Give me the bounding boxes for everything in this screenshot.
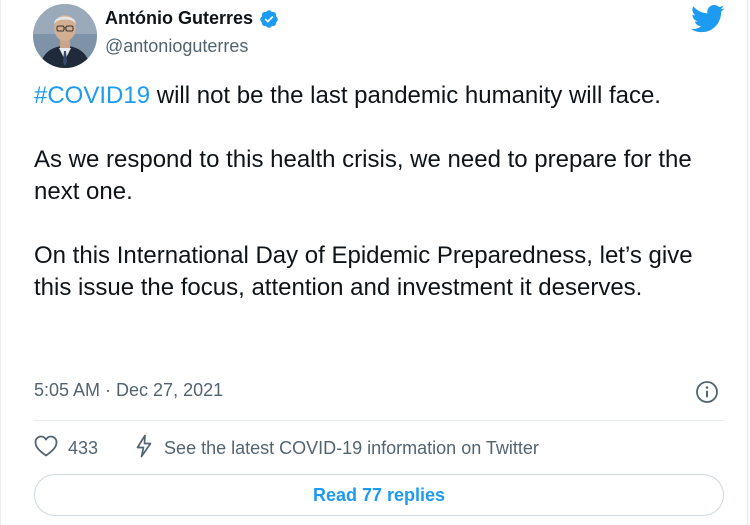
profile-photo bbox=[33, 4, 97, 68]
like-count: 433 bbox=[68, 438, 99, 458]
covid-info-link[interactable]: See the latest COVID-19 information on T… bbox=[134, 434, 539, 463]
divider bbox=[34, 420, 724, 421]
tweet-body: #COVID19 will not be the last pandemic h… bbox=[34, 80, 734, 304]
verified-badge-icon bbox=[259, 9, 279, 29]
hashtag-link[interactable]: #COVID19 bbox=[34, 82, 150, 109]
lightning-icon bbox=[134, 434, 154, 463]
avatar[interactable] bbox=[33, 4, 97, 68]
like-button[interactable]: 433 bbox=[34, 435, 98, 462]
tweet-card: António Guterres @antonioguterres #COVID… bbox=[0, 0, 748, 525]
twitter-bird-icon[interactable] bbox=[691, 4, 725, 39]
tweet-paragraph-1-text: will not be the last pandemic humanity w… bbox=[150, 82, 661, 109]
author-handle[interactable]: @antonioguterres bbox=[105, 36, 248, 57]
covid-info-text: See the latest COVID-19 information on T… bbox=[164, 438, 539, 458]
author-display-name[interactable]: António Guterres bbox=[105, 8, 253, 29]
info-icon[interactable] bbox=[695, 380, 719, 404]
read-replies-button[interactable]: Read 77 replies bbox=[34, 474, 724, 516]
tweet-timestamp[interactable]: 5:05 AM · Dec 27, 2021 bbox=[34, 380, 223, 401]
tweet-paragraph-1: #COVID19 will not be the last pandemic h… bbox=[34, 80, 734, 112]
heart-icon bbox=[34, 435, 58, 462]
tweet-paragraph-2: As we respond to this health crisis, we … bbox=[34, 146, 692, 205]
tweet-actions: 433 See the latest COVID-19 information … bbox=[34, 434, 539, 463]
author-name-row: António Guterres bbox=[105, 8, 279, 29]
tweet-paragraph-3: On this International Day of Epidemic Pr… bbox=[34, 242, 693, 301]
